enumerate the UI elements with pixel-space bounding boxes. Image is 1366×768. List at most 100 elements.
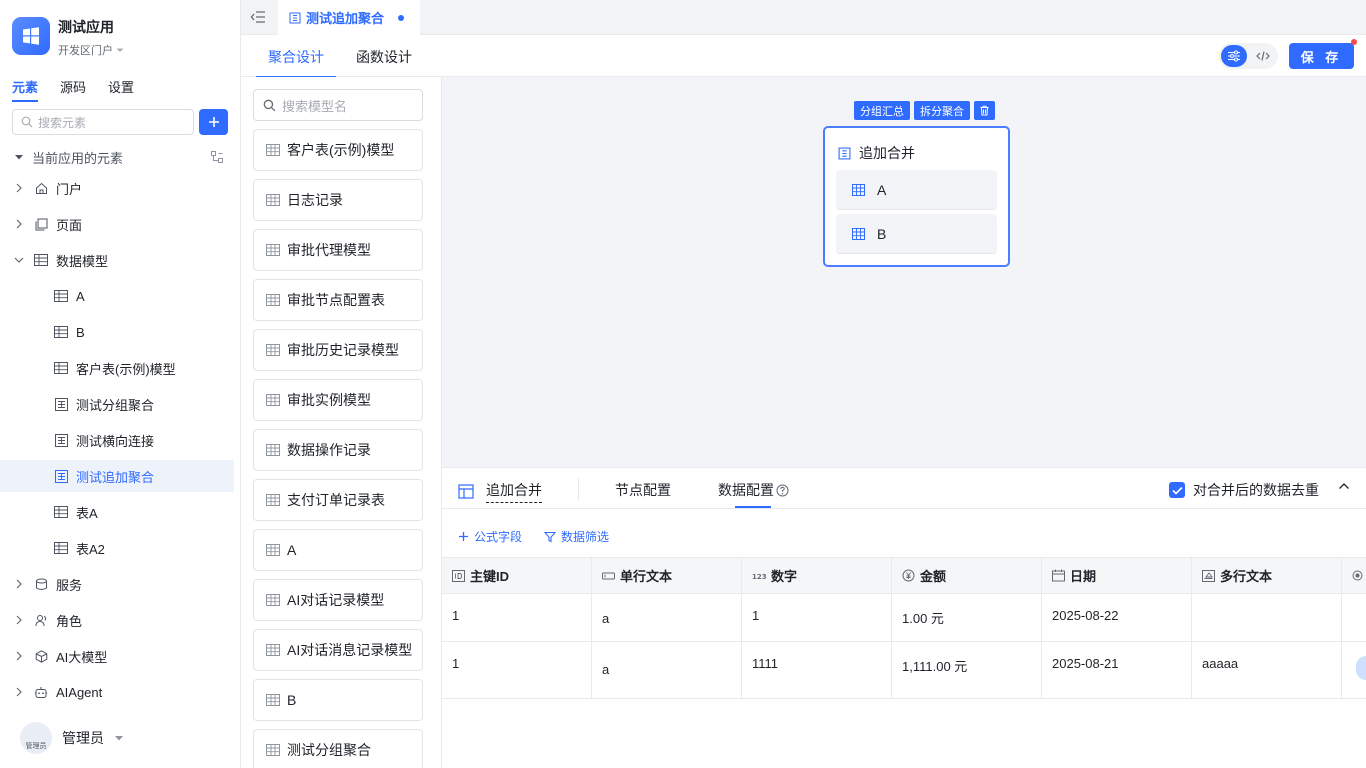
table-cell[interactable]: 1111 <box>742 642 892 698</box>
dedup-checkbox[interactable] <box>1169 482 1185 498</box>
table-icon <box>266 294 280 306</box>
table-cell[interactable]: 1,111.00 元 <box>892 642 1042 698</box>
sidebar-item[interactable]: 客户表(示例)模型 <box>0 352 234 384</box>
split-aggregate-button[interactable]: 拆分聚合 <box>914 101 970 120</box>
table-cell[interactable]: 1 <box>442 594 592 641</box>
table-cell[interactable]: 2025-08-21 <box>1042 642 1192 698</box>
sidebar-item[interactable]: 页面 <box>0 208 234 240</box>
model-search-input[interactable]: 搜索模型名 <box>253 89 423 121</box>
source-label: B <box>877 225 887 242</box>
code-view-button[interactable] <box>1250 45 1276 67</box>
user-menu[interactable]: 管理员 管理员 <box>20 722 124 754</box>
add-element-button[interactable] <box>199 109 228 135</box>
model-card[interactable]: 审批节点配置表 <box>253 279 423 321</box>
chevron-right-icon[interactable] <box>12 615 26 625</box>
caret-down-icon <box>114 733 124 743</box>
table-icon <box>266 244 280 256</box>
sidebar-item[interactable]: 测试横向连接 <box>0 424 234 456</box>
sidebar-item[interactable]: 表A <box>0 496 234 528</box>
column-header[interactable]: 单行文本 <box>592 558 742 593</box>
table-cell[interactable]: 2025-08-22 <box>1042 594 1192 641</box>
model-card[interactable]: 日志记录 <box>253 179 423 221</box>
table-cell[interactable]: 1 <box>742 594 892 641</box>
tab-settings[interactable]: 设置 <box>108 77 134 96</box>
sidebar-item[interactable]: AI大模型 <box>0 640 234 672</box>
model-card[interactable]: 审批实例模型 <box>253 379 423 421</box>
collapse-sidebar-icon[interactable] <box>250 10 266 24</box>
model-card[interactable]: 支付订单记录表 <box>253 479 423 521</box>
model-card[interactable]: 审批历史记录模型 <box>253 329 423 371</box>
model-card[interactable]: 审批代理模型 <box>253 229 423 271</box>
node-source-a[interactable]: A <box>836 170 997 210</box>
table-icon <box>54 361 68 375</box>
chevron-down-icon[interactable] <box>12 256 26 264</box>
column-header[interactable]: 金额 <box>892 558 1042 593</box>
sidebar-item[interactable]: A <box>0 280 234 312</box>
chevron-right-icon[interactable] <box>12 183 26 193</box>
element-search-input[interactable]: 搜索元素 <box>12 109 194 135</box>
data-filter-button[interactable]: 数据筛选 <box>544 528 609 545</box>
tree-layout-icon[interactable] <box>210 150 224 164</box>
group-summary-button[interactable]: 分组汇总 <box>854 101 910 120</box>
table-cell[interactable]: a <box>592 642 742 698</box>
save-button[interactable]: 保 存 <box>1289 43 1354 69</box>
append-merge-node[interactable]: 追加合并 A B <box>823 126 1010 267</box>
model-card-label: 客户表(示例)模型 <box>287 142 395 158</box>
tab-elements[interactable]: 元素 <box>12 77 39 102</box>
panel-node-title[interactable]: 追加合并 <box>458 480 542 503</box>
column-header[interactable]: 日期 <box>1042 558 1192 593</box>
model-card[interactable]: AI对话消息记录模型 <box>253 629 423 671</box>
chevron-right-icon[interactable] <box>12 579 26 589</box>
portal-selector[interactable]: 开发区门户 <box>58 42 125 58</box>
model-card[interactable]: B <box>253 679 423 721</box>
chevron-right-icon[interactable] <box>12 651 26 661</box>
avatar: 管理员 <box>20 722 52 754</box>
tree-section-header[interactable]: 当前应用的元素 <box>14 148 224 166</box>
tab-node-config[interactable]: 节点配置 <box>615 480 671 500</box>
row-action-handle[interactable] <box>1356 656 1366 680</box>
tab-function-design[interactable]: 函数设计 <box>356 47 412 67</box>
chevron-right-icon[interactable] <box>12 687 26 697</box>
sidebar-item[interactable]: B <box>0 316 234 348</box>
sidebar-item[interactable]: 门户 <box>0 172 234 204</box>
help-icon[interactable] <box>776 484 789 497</box>
dedup-option[interactable]: 对合并后的数据去重 <box>1169 480 1319 500</box>
table-icon <box>852 183 865 196</box>
chevron-up-icon[interactable] <box>1338 482 1350 490</box>
model-card[interactable]: 客户表(示例)模型 <box>253 129 423 171</box>
tab-aggregate-design[interactable]: 聚合设计 <box>256 47 336 78</box>
model-card[interactable]: 数据操作记录 <box>253 429 423 471</box>
sidebar-item[interactable]: 测试分组聚合 <box>0 388 234 420</box>
design-canvas[interactable]: 分组汇总 拆分聚合 追加合并 A B <box>442 77 1366 467</box>
table-cell[interactable] <box>1192 594 1342 641</box>
model-card[interactable]: 测试分组聚合 <box>253 729 423 768</box>
sidebar-item[interactable]: 表A2 <box>0 532 234 564</box>
sidebar-item[interactable]: 数据模型 <box>0 244 234 276</box>
table-cell[interactable]: a <box>592 594 742 641</box>
tab-document[interactable]: 测试追加聚合 <box>278 0 420 35</box>
sidebar-item[interactable]: 角色 <box>0 604 234 636</box>
table-cell[interactable]: aaaaa <box>1192 642 1342 698</box>
chevron-right-icon[interactable] <box>12 219 26 229</box>
tab-source[interactable]: 源码 <box>60 77 86 96</box>
node-source-b[interactable]: B <box>836 214 997 254</box>
sidebar-item[interactable]: 服务 <box>0 568 234 600</box>
settings-view-button[interactable] <box>1221 45 1247 67</box>
more-columns-icon[interactable] <box>1342 558 1366 593</box>
table-cell[interactable]: 1.00 元 <box>892 594 1042 641</box>
column-header[interactable]: 主键ID <box>442 558 592 593</box>
model-card[interactable]: AI对话记录模型 <box>253 579 423 621</box>
column-header[interactable]: 多行文本 <box>1192 558 1342 593</box>
table-row[interactable]: 1 a 1 1.00 元 2025-08-22 <box>442 594 1366 642</box>
table-row[interactable]: 1 a 1111 1,111.00 元 2025-08-21 aaaaa <box>442 642 1366 699</box>
table-cell[interactable]: 1 <box>442 642 592 698</box>
sidebar-item-label: 表A <box>76 505 98 521</box>
table-icon <box>266 594 280 606</box>
sidebar-item[interactable]: 测试追加聚合 <box>0 460 234 492</box>
delete-node-button[interactable] <box>974 101 995 120</box>
model-card[interactable]: A <box>253 529 423 571</box>
column-header[interactable]: 123 数字 <box>742 558 892 593</box>
sidebar-item[interactable]: AIAgent <box>0 676 234 708</box>
tab-data-config[interactable]: 数据配置 <box>718 480 789 500</box>
formula-field-button[interactable]: 公式字段 <box>458 528 522 545</box>
